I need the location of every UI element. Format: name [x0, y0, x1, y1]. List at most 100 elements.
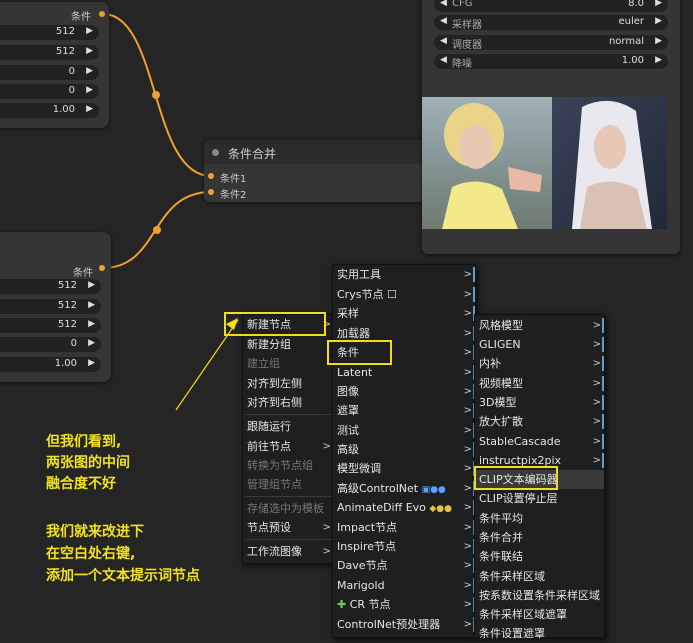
increment-icon: ▶	[88, 358, 95, 368]
annotation-line-3: 融合度不好	[46, 476, 116, 492]
node-status-dot	[212, 149, 219, 156]
output-dot[interactable]	[99, 265, 105, 271]
sampler-node[interactable]: ◀ CFG 8.0 ▶ ◀ 采样器 euler ▶ ◀ 调度器 normal ▶ ◀ 降噪 1.00 ▶	[422, 0, 680, 254]
menu-item-animatediff[interactable]: AnimateDiff Evo ◆●● >	[333, 498, 475, 517]
widget-x[interactable]: 512 ▶	[0, 318, 101, 333]
chevron-right-icon: >	[322, 441, 331, 452]
menu-item-cond-concat[interactable]: 条件联结	[475, 547, 604, 566]
output-dot[interactable]	[99, 11, 105, 17]
menu-item-goto-node[interactable]: 前往节点 >	[243, 437, 334, 456]
menu-item-align-right[interactable]: 对齐到右侧	[243, 393, 334, 412]
menu-item-utilities[interactable]: 实用工具 >	[333, 265, 475, 284]
menu-item-latent[interactable]: Latent >	[333, 363, 475, 382]
output-label: 条件	[73, 268, 93, 279]
menu-item-workflow-image[interactable]: 工作流图像 >	[243, 542, 334, 561]
chevron-right-icon: >	[463, 328, 472, 339]
increment-icon: ▶	[655, 55, 662, 65]
chevron-right-icon: >	[463, 405, 472, 416]
widget-height[interactable]: 512 ▶	[0, 299, 101, 314]
increment-icon: ▶	[86, 85, 93, 95]
widget-cfg[interactable]: ◀ CFG 8.0 ▶	[434, 0, 668, 12]
menu-item-cond-combine[interactable]: 条件合并	[475, 528, 604, 547]
menu-item-marigold[interactable]: Marigold >	[333, 576, 475, 595]
menu-item-convert-group-node[interactable]: 转换为节点组	[243, 456, 334, 475]
menu-item-advanced[interactable]: 高级 >	[333, 440, 475, 459]
chevron-right-icon: >	[592, 455, 601, 466]
menu-item-controlnet-preprocessors[interactable]: ControlNet预处理器 >	[333, 615, 475, 634]
menu-item-stable-cascade[interactable]: StableCascade >	[475, 432, 604, 451]
widget-strength[interactable]: 1.00 ▶	[0, 357, 101, 372]
menu-item-cond-area-mask[interactable]: 条件采样区域遮罩	[475, 605, 604, 624]
combine-node[interactable]: 条件合并 条件1 条件2	[204, 140, 434, 202]
highlight-conditioning	[327, 340, 392, 365]
menu-item-style-model[interactable]: 风格模型 >	[475, 316, 604, 335]
menu-item-sampling[interactable]: 采样 >	[333, 304, 475, 323]
chevron-right-icon: >	[463, 463, 472, 474]
chevron-right-icon: >	[322, 522, 331, 533]
chevron-right-icon: >	[592, 397, 601, 408]
increment-icon: ▶	[86, 66, 93, 76]
chevron-right-icon: >	[592, 358, 601, 369]
preview-image-art	[422, 97, 667, 229]
increment-icon: ▶	[655, 16, 662, 26]
widget-denoise[interactable]: ◀ 降噪 1.00 ▶	[434, 54, 668, 70]
increment-icon: ▶	[88, 280, 95, 290]
menu-item-cr[interactable]: ✚ CR 节点 >	[333, 595, 475, 614]
widget-strength[interactable]: 1.00 ▶	[0, 103, 99, 118]
widget-sampler[interactable]: ◀ 采样器 euler ▶	[434, 15, 668, 31]
menu-item-node-presets[interactable]: 节点预设 >	[243, 518, 334, 537]
widget-width[interactable]: 512 ▶	[0, 279, 101, 294]
increment-icon: ▶	[86, 104, 93, 114]
top-left-node[interactable]: 条件 512 ▶ 512 ▶ 0 ▶ 0 ▶ 1.00 ▶	[0, 2, 109, 128]
chevron-right-icon: >	[592, 436, 601, 447]
widget-x[interactable]: 0 ▶	[0, 65, 99, 80]
chevron-right-icon: >	[463, 425, 472, 436]
widget-y[interactable]: 0 ▶	[0, 84, 99, 99]
menu-item-cond-area[interactable]: 条件采样区域	[475, 567, 604, 586]
menu-item-create-group[interactable]: 建立组	[243, 354, 334, 373]
menu-item-new-group[interactable]: 新建分组	[243, 335, 334, 354]
menu-item-save-template[interactable]: 存储选中为模板	[243, 499, 334, 518]
chevron-right-icon: >	[463, 619, 472, 630]
cr-icon: ✚	[337, 598, 347, 611]
menu-item-model-tuning[interactable]: 模型微调 >	[333, 459, 475, 478]
menu-item-crys[interactable]: Crys节点 ☐ >	[333, 285, 475, 304]
widget-width[interactable]: 512 ▶	[0, 25, 99, 40]
menu-item-dave[interactable]: Dave节点 >	[333, 556, 475, 575]
chevron-right-icon: >	[592, 378, 601, 389]
menu-item-3d-model[interactable]: 3D模型 >	[475, 393, 604, 412]
annotation-line-2: 两张图的中间	[46, 455, 130, 471]
menu-item-impact[interactable]: Impact节点 >	[333, 518, 475, 537]
increment-icon: ▶	[655, 36, 662, 46]
menu-item-align-left[interactable]: 对齐到左侧	[243, 374, 334, 393]
increment-icon: ▶	[88, 319, 95, 329]
preview-image	[422, 97, 667, 229]
menu-item-manage-group-node[interactable]: 管理组节点	[243, 475, 334, 494]
bottom-left-node[interactable]: 条件 512 ▶ 512 ▶ 512 ▶ 0 ▶ 1.00 ▶	[0, 232, 111, 382]
input-dot-1[interactable]	[208, 173, 214, 179]
input-label-2: 条件2	[220, 190, 247, 201]
menu-item-adv-controlnet[interactable]: 高级ControlNet ▣●● >	[333, 479, 475, 498]
widget-height[interactable]: 512 ▶	[0, 45, 99, 60]
menu-item-image[interactable]: 图像 >	[333, 382, 475, 401]
chevron-right-icon: >	[463, 522, 472, 533]
menu-item-mask[interactable]: 遮罩 >	[333, 401, 475, 420]
menu-item-inspire[interactable]: Inspire节点 >	[333, 537, 475, 556]
menu-item-testing[interactable]: 测试 >	[333, 421, 475, 440]
widget-scheduler[interactable]: ◀ 调度器 normal ▶	[434, 35, 668, 51]
menu-item-gligen[interactable]: GLIGEN >	[475, 335, 604, 354]
chevron-right-icon: >	[463, 386, 472, 397]
chevron-right-icon: >	[463, 483, 472, 494]
increment-icon: ▶	[88, 300, 95, 310]
chevron-right-icon: >	[463, 289, 472, 300]
menu-item-inpaint[interactable]: 内补 >	[475, 354, 604, 373]
menu-item-follow-run[interactable]: 跟随运行	[243, 417, 334, 436]
widget-y[interactable]: 0 ▶	[0, 337, 101, 352]
menu-item-clip-set-last-layer[interactable]: CLIP设置停止层	[475, 489, 604, 508]
menu-item-upscale-diffusion[interactable]: 放大扩散 >	[475, 412, 604, 431]
menu-item-cond-average[interactable]: 条件平均	[475, 509, 604, 528]
menu-item-cond-set-mask[interactable]: 条件设置遮罩	[475, 624, 604, 643]
menu-item-cond-area-strength[interactable]: 按系数设置条件采样区域	[475, 586, 604, 605]
menu-item-video-model[interactable]: 视频模型 >	[475, 374, 604, 393]
input-dot-2[interactable]	[208, 189, 214, 195]
